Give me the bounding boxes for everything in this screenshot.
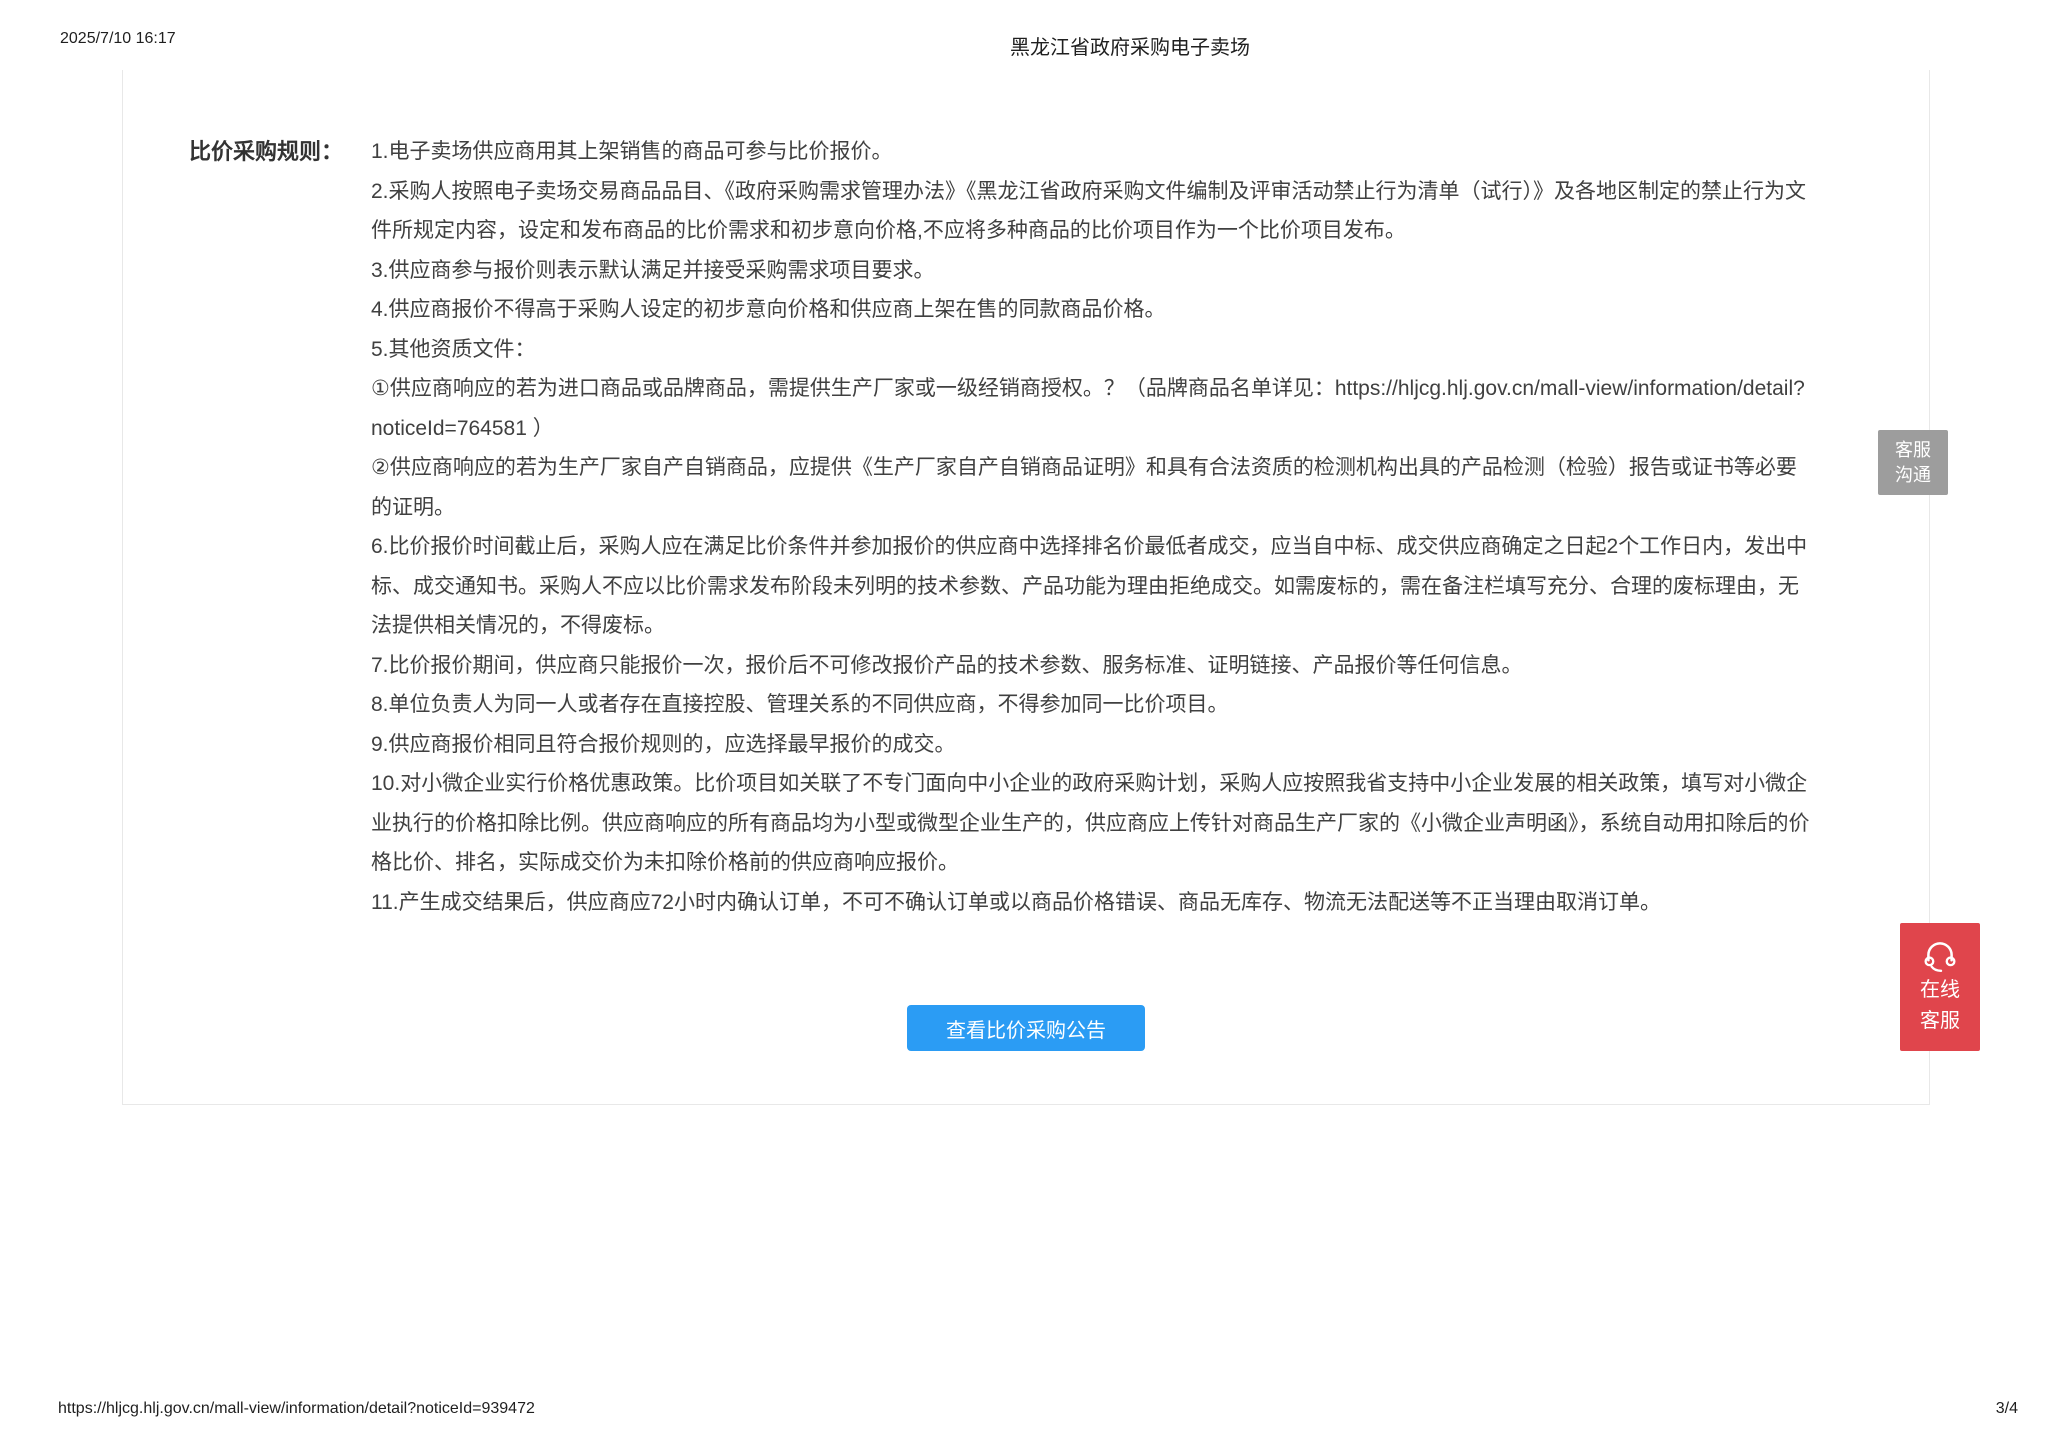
rule-item: 10.对小微企业实行价格优惠政策。比价项目如关联了不专门面向中小企业的政府采购计… xyxy=(371,764,1813,883)
chat-badge-line1: 客服 xyxy=(1895,438,1931,463)
chat-badge[interactable]: 客服 沟通 xyxy=(1878,430,1948,495)
content-panel: 比价采购规则： 1.电子卖场供应商用其上架销售的商品可参与比价报价。 2.采购人… xyxy=(122,70,1930,1105)
rules-list: 1.电子卖场供应商用其上架销售的商品可参与比价报价。 2.采购人按照电子卖场交易… xyxy=(371,132,1813,922)
print-timestamp: 2025/7/10 16:17 xyxy=(60,30,176,48)
service-badge-line1: 在线 xyxy=(1920,975,1960,1006)
rule-item: 3.供应商参与报价则表示默认满足并接受采购需求项目要求。 xyxy=(371,251,1813,291)
rule-item: 1.电子卖场供应商用其上架销售的商品可参与比价报价。 xyxy=(371,132,1813,172)
rule-item: 11.产生成交结果后，供应商应72小时内确认订单，不可不确认订单或以商品价格错误… xyxy=(371,883,1813,923)
rule-item: 9.供应商报价相同且符合报价规则的，应选择最早报价的成交。 xyxy=(371,725,1813,765)
rule-item: ②供应商响应的若为生产厂家自产自销商品，应提供《生产厂家自产自销商品证明》和具有… xyxy=(371,448,1813,527)
rules-section: 比价采购规则： 1.电子卖场供应商用其上架销售的商品可参与比价报价。 2.采购人… xyxy=(123,70,1929,922)
headset-icon xyxy=(1921,935,1959,975)
rule-item: 2.采购人按照电子卖场交易商品品目、《政府采购需求管理办法》《黑龙江省政府采购文… xyxy=(371,172,1813,251)
rule-item: ①供应商响应的若为进口商品或品牌商品，需提供生产厂家或一级经销商授权。？（品牌商… xyxy=(371,369,1813,448)
page-indicator: 3/4 xyxy=(1996,1400,2018,1418)
chat-badge-line2: 沟通 xyxy=(1895,463,1931,488)
rule-item: 6.比价报价时间截止后，采购人应在满足比价条件并参加报价的供应商中选择排名价最低… xyxy=(371,527,1813,646)
rule-item: 7.比价报价期间，供应商只能报价一次，报价后不可修改报价产品的技术参数、服务标准… xyxy=(371,646,1813,686)
rule-item: 4.供应商报价不得高于采购人设定的初步意向价格和供应商上架在售的同款商品价格。 xyxy=(371,290,1813,330)
view-notice-button[interactable]: 查看比价采购公告 xyxy=(907,1005,1145,1051)
print-url: https://hljcg.hlj.gov.cn/mall-view/infor… xyxy=(58,1400,535,1418)
print-title: 黑龙江省政府采购电子卖场 xyxy=(1010,31,1250,60)
rule-item: 5.其他资质文件： xyxy=(371,330,1813,370)
service-badge-line2: 客服 xyxy=(1920,1006,1960,1037)
rules-section-label: 比价采购规则： xyxy=(189,132,371,922)
rule-item: 8.单位负责人为同一人或者存在直接控股、管理关系的不同供应商，不得参加同一比价项… xyxy=(371,685,1813,725)
online-service-button[interactable]: 在线 客服 xyxy=(1900,923,1980,1051)
